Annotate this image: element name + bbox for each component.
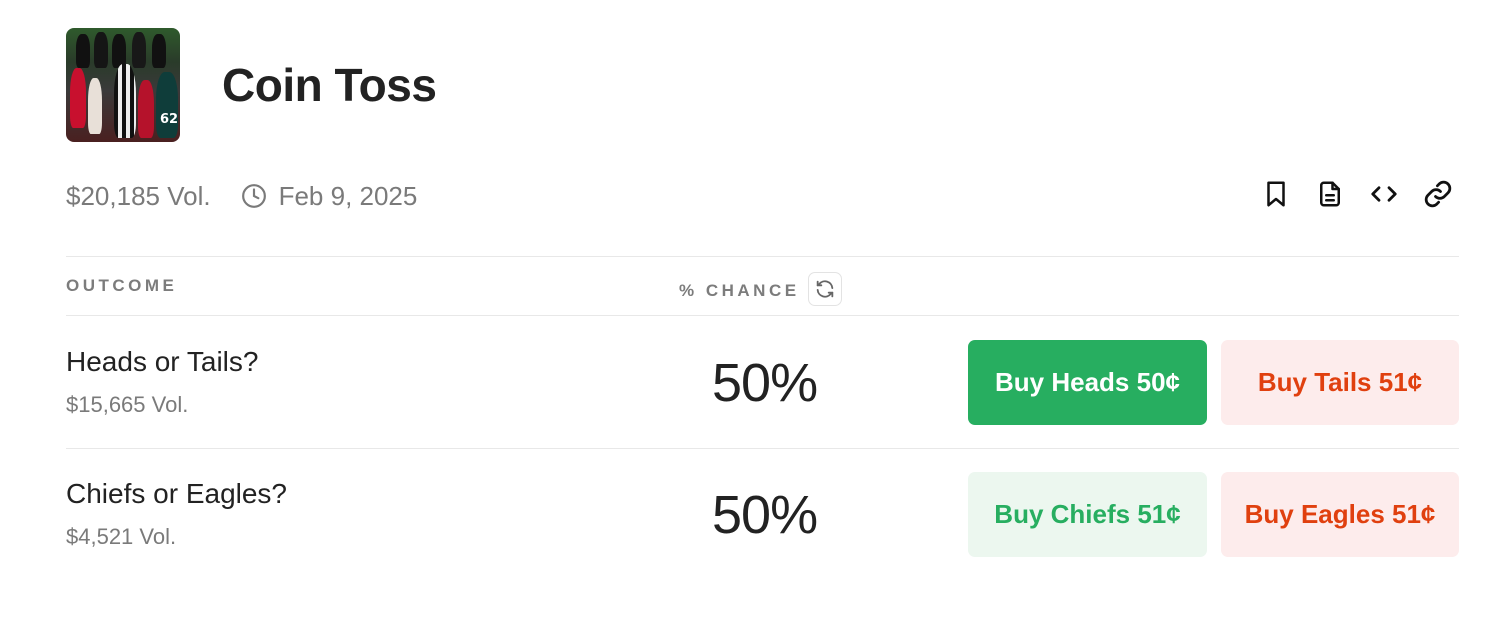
refresh-icon xyxy=(816,280,833,298)
link-icon xyxy=(1424,180,1452,208)
outcome-volume: $15,665 Vol. xyxy=(66,392,189,417)
market-thumbnail: 62 xyxy=(66,28,180,142)
document-button[interactable] xyxy=(1314,176,1346,212)
outcome-volume: $4,521 Vol. xyxy=(66,524,177,549)
buy-tails-button[interactable]: Buy Tails 51¢ xyxy=(1221,340,1459,425)
market-title: Coin Toss xyxy=(222,59,437,111)
refresh-button[interactable] xyxy=(807,272,842,306)
buy-heads-button[interactable]: Buy Heads 50¢ xyxy=(968,340,1207,425)
embed-code-icon xyxy=(1371,186,1397,202)
clock-icon xyxy=(241,184,266,208)
outcome-name: Heads or Tails? xyxy=(66,346,259,377)
outcome-name: Chiefs or Eagles? xyxy=(66,478,288,509)
market-end-date: Feb 9, 2025 xyxy=(278,180,418,211)
outcome-row: Heads or Tails? $15,665 Vol. 50% Buy Hea… xyxy=(66,316,1459,448)
buy-chiefs-button[interactable]: Buy Chiefs 51¢ xyxy=(968,472,1207,557)
market-volume: $20,185 Vol. xyxy=(66,180,211,211)
column-header-outcome: OUTCOME xyxy=(66,276,178,295)
outcome-chance: 50% xyxy=(712,485,818,545)
outcome-row: Chiefs or Eagles? $4,521 Vol. 50% Buy Ch… xyxy=(66,448,1459,580)
buy-eagles-button[interactable]: Buy Eagles 51¢ xyxy=(1221,472,1459,557)
bookmark-icon xyxy=(1267,181,1285,207)
header-divider xyxy=(66,256,1459,257)
bookmark-button[interactable] xyxy=(1260,176,1292,212)
embed-button[interactable] xyxy=(1368,176,1400,212)
column-header-chance-label: % CHANCE xyxy=(679,281,800,300)
copy-link-button[interactable] xyxy=(1422,176,1454,212)
market-meta: $20,185 Vol. Feb 9, 2025 xyxy=(66,178,417,214)
market-actions xyxy=(1260,176,1454,212)
column-header-chance: % CHANCE xyxy=(679,272,842,306)
document-icon xyxy=(1320,181,1340,207)
outcome-chance: 50% xyxy=(712,353,818,413)
